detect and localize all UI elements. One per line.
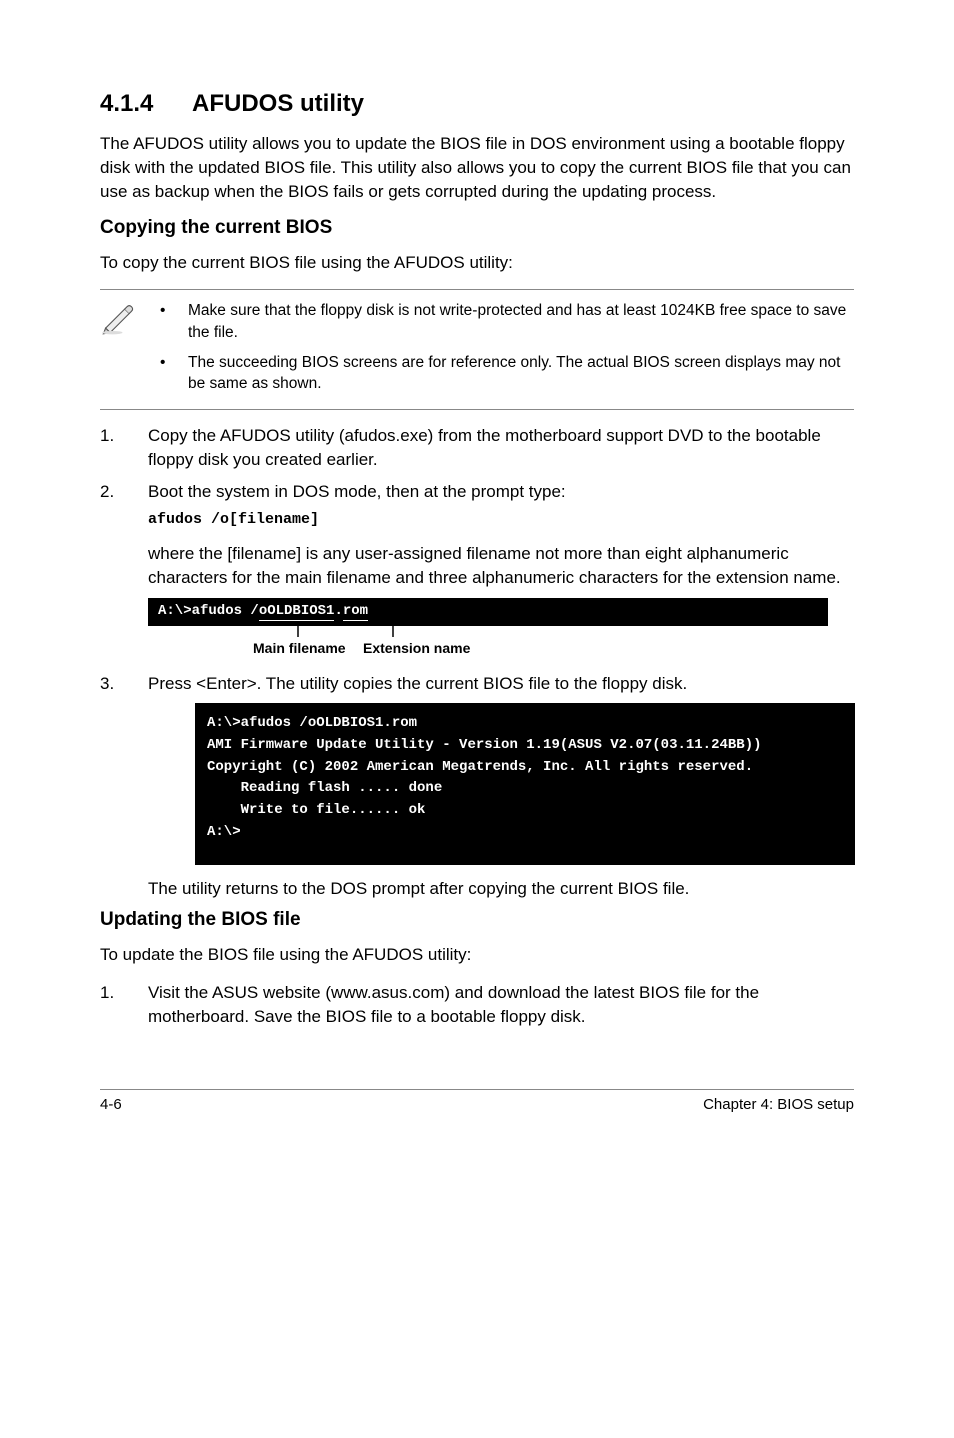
intro-text: The AFUDOS utility allows you to update … [100,132,854,203]
terminal-prefix: A:\>afudos / [158,603,259,619]
note-pencil-icon [100,296,160,341]
step-item: 1. Copy the AFUDOS utility (afudos.exe) … [100,424,854,472]
page-footer: 4-6 Chapter 4: BIOS setup [100,1089,854,1113]
terminal-ext: rom [343,603,368,621]
step-text: Press <Enter>. The utility copies the cu… [148,672,854,696]
note-item: • The succeeding BIOS screens are for re… [160,352,854,395]
copy-outro: The utility returns to the DOS prompt af… [148,877,854,901]
bullet-dot: • [160,300,188,343]
step-item: 3. Press <Enter>. The utility copies the… [100,672,854,696]
update-intro: To update the BIOS file using the AFUDOS… [100,943,854,967]
section-title: AFUDOS utility [192,90,364,117]
step-number: 1. [100,424,148,472]
legend-label-ext: Extension name [363,640,470,656]
terminal-legend: Main filename Extension name [148,630,854,660]
step-item: 2. Boot the system in DOS mode, then at … [100,480,854,531]
note-item: • Make sure that the floppy disk is not … [160,300,854,343]
section-heading: 4.1.4AFUDOS utility [100,90,854,118]
step-number: 3. [100,672,148,696]
subheading-update: Updating the BIOS file [100,909,854,931]
terminal-output: A:\>afudos /oOLDBIOS1.rom [148,598,828,626]
command-text: afudos /o[filename] [148,509,854,530]
legend-label-main: Main filename [253,640,346,656]
step-text: Boot the system in DOS mode, then at the… [148,482,566,501]
footer-page-number: 4-6 [100,1096,122,1113]
terminal-dot: . [334,603,342,619]
step-text: Copy the AFUDOS utility (afudos.exe) fro… [148,424,854,472]
step-number: 1. [100,981,148,1029]
note-text: The succeeding BIOS screens are for refe… [188,352,854,395]
step-number: 2. [100,480,148,531]
copy-intro: To copy the current BIOS file using the … [100,251,854,275]
subheading-copy: Copying the current BIOS [100,217,854,239]
step-item: 1. Visit the ASUS website (www.asus.com)… [100,981,854,1029]
step-text: Visit the ASUS website (www.asus.com) an… [148,981,854,1029]
section-number: 4.1.4 [100,90,192,118]
where-text: where the [filename] is any user-assigne… [148,542,854,590]
footer-chapter: Chapter 4: BIOS setup [703,1096,854,1113]
terminal-output: A:\>afudos /oOLDBIOS1.rom AMI Firmware U… [195,703,855,865]
terminal-filename: oOLDBIOS1 [259,603,335,621]
bullet-dot: • [160,352,188,395]
note-block: • Make sure that the floppy disk is not … [100,289,854,410]
note-text: Make sure that the floppy disk is not wr… [188,300,854,343]
